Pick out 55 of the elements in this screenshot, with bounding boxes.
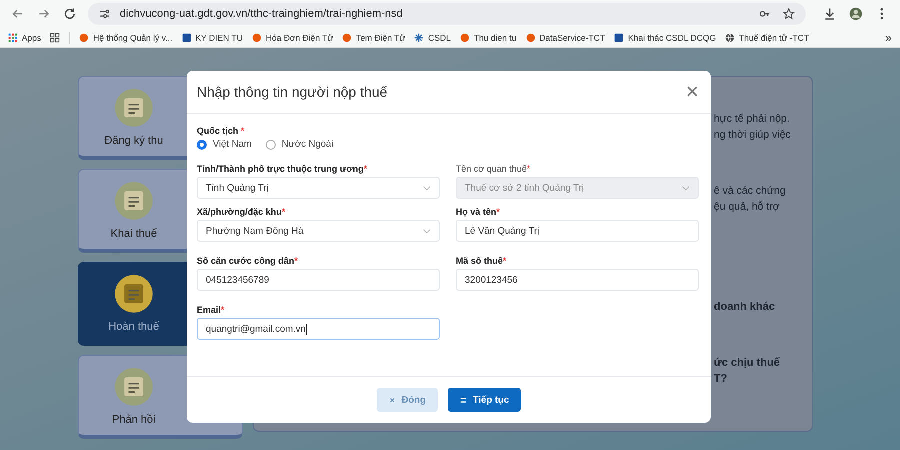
address-bar[interactable]: dichvucong-uat.gdt.gov.vn/tthc-trainghiem/trai-nghiem-nsd: [88, 3, 806, 25]
star-icon[interactable]: [783, 8, 795, 20]
list-icon: [460, 396, 468, 404]
radio-button[interactable]: [197, 140, 207, 150]
info-text: T?: [714, 372, 728, 387]
close-button[interactable]: ×: [684, 81, 701, 103]
info-text: ê và các chứng: [714, 184, 787, 199]
service-icon: [113, 180, 155, 222]
field-label: Tên cơ quan thuế*: [456, 164, 532, 174]
radio-option[interactable]: Nước Ngoài: [266, 139, 334, 150]
tab-groups-icon[interactable]: [50, 32, 60, 42]
bookmark[interactable]: Apps: [8, 32, 42, 42]
field-label: Họ và tên*: [456, 207, 502, 217]
key-icon[interactable]: [759, 8, 771, 20]
forward-icon[interactable]: [37, 7, 51, 21]
continue-button[interactable]: Tiếp tục: [448, 388, 522, 412]
service-icon: [113, 273, 155, 315]
input-field[interactable]: 045123456789: [197, 269, 440, 291]
apps-grid-icon: [8, 32, 18, 42]
reload-icon[interactable]: [63, 7, 77, 21]
bookmark[interactable]: Hệ thống Quản lý v...: [79, 32, 173, 42]
bookmark[interactable]: Thuế điện tử -TCT: [725, 32, 810, 42]
bookmark[interactable]: DataService-TCT: [526, 32, 606, 42]
chevron-down-icon: [423, 228, 431, 234]
info-text: ức chịu thuế: [714, 356, 782, 371]
chevron-down-icon: [423, 186, 431, 190]
info-text: ng thời giúp việc: [714, 128, 792, 143]
bookmark[interactable]: CSDL: [414, 32, 452, 42]
radio-button[interactable]: [266, 140, 276, 150]
service-icon: [113, 87, 155, 129]
avatar-icon[interactable]: [849, 7, 863, 21]
input-field[interactable]: 3200123456: [456, 269, 699, 291]
site-settings-icon: [99, 8, 111, 20]
input-field[interactable]: quangtri@gmail.com.vn: [197, 318, 440, 340]
bookmark[interactable]: Khai thác CSDL DCQG: [614, 32, 716, 42]
bookmark[interactable]: KY DIEN TU: [182, 32, 243, 42]
field-label: Email*: [197, 305, 226, 315]
bookmark[interactable]: Tem Điện Tử: [342, 32, 406, 42]
bookmark[interactable]: Thu dien tu: [460, 32, 517, 42]
info-text: doanh khác: [714, 300, 776, 315]
chevron-down-icon: [682, 186, 690, 190]
field-label: Quốc tịch *: [197, 126, 246, 136]
field-label: Mã số thuế*: [456, 256, 508, 266]
bookmark[interactable]: Hóa Đơn Điện Tử: [252, 32, 334, 42]
select-field[interactable]: Tỉnh Quảng Trị: [197, 177, 440, 199]
url-text: dichvucong-uat.gdt.gov.vn/tthc-trainghiem/trai-nghiem-nsd: [120, 8, 403, 20]
back-icon[interactable]: [11, 7, 25, 21]
download-icon[interactable]: [823, 7, 837, 21]
info-text: hực tế phải nộp.: [714, 112, 791, 127]
service-icon: [113, 366, 155, 408]
select-field[interactable]: Phường Nam Đông Hà: [197, 220, 440, 242]
close-icon: [388, 396, 396, 404]
info-text: ệu quả, hỗ trợ: [714, 200, 781, 215]
input-field[interactable]: Lê Văn Quảng Trị: [456, 220, 699, 242]
more-bookmarks-button[interactable]: »: [885, 30, 892, 44]
